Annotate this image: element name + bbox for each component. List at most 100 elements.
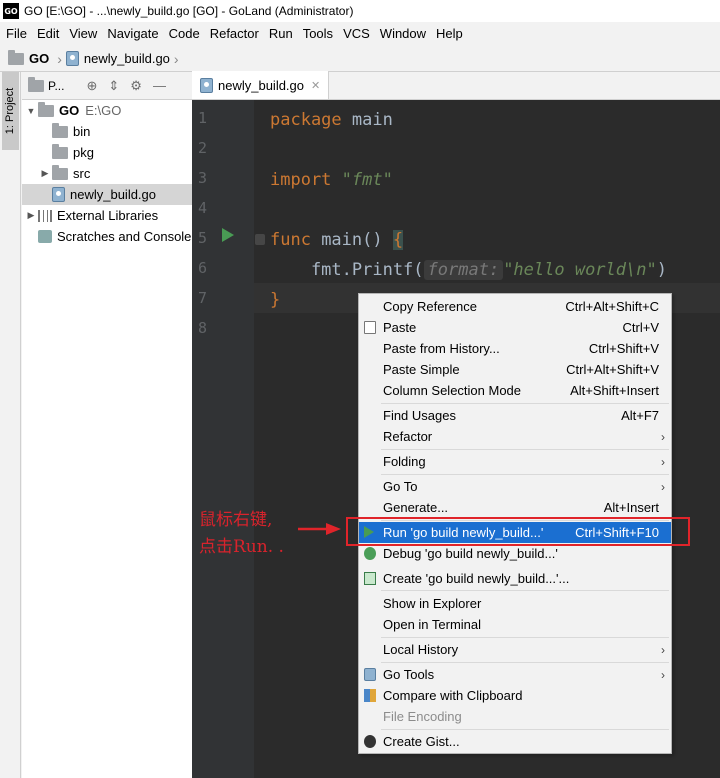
menu-file[interactable]: File [2, 26, 33, 41]
tree-item-scratches[interactable]: Scratches and Console [22, 226, 192, 247]
folder-icon [52, 164, 68, 180]
github-icon [364, 735, 376, 748]
menu-item-go-to[interactable]: Go To › [359, 476, 671, 497]
menu-item-shortcut: Alt+Shift+Insert [570, 383, 659, 398]
menu-run[interactable]: Run [265, 26, 299, 41]
line-number: 4 [198, 199, 208, 217]
menu-edit[interactable]: Edit [33, 26, 65, 41]
breadcrumb-file[interactable]: newly_build.go [84, 51, 170, 66]
collapsed-arrow-icon[interactable]: ▶ [38, 168, 52, 179]
menu-window[interactable]: Window [376, 26, 432, 41]
tree-item-bin[interactable]: bin [22, 121, 192, 142]
code-text: ) [656, 260, 667, 280]
tree-item-go-root[interactable]: ▼ GO E:\GO [22, 100, 192, 121]
menu-item-local-history[interactable]: Local History › [359, 639, 671, 660]
go-file-icon [65, 51, 79, 66]
tree-item-pkg[interactable]: pkg [22, 142, 192, 163]
editor-tab-newly-build[interactable]: newly_build.go ✕ [192, 71, 330, 99]
line-number: 1 [198, 109, 208, 127]
menu-separator [381, 590, 669, 591]
menu-navigate[interactable]: Navigate [103, 26, 164, 41]
debug-icon [364, 547, 376, 560]
collapse-all-icon[interactable]: ⇕ [108, 78, 119, 94]
locate-icon[interactable]: ⊕ [86, 78, 97, 94]
menu-item-shortcut: Alt+F7 [621, 408, 659, 423]
menu-item-paste-from-history[interactable]: Paste from History... Ctrl+Shift+V [359, 338, 671, 359]
menu-help[interactable]: Help [432, 26, 469, 41]
chevron-right-icon: › [173, 50, 179, 67]
menu-item-show-in-explorer[interactable]: Show in Explorer [359, 593, 671, 614]
menu-item-paste-simple[interactable]: Paste Simple Ctrl+Alt+Shift+V [359, 359, 671, 380]
library-icon [38, 209, 52, 222]
annotation-arrow-icon [298, 523, 341, 535]
menu-separator [381, 729, 669, 730]
submenu-arrow-icon: › [661, 642, 665, 657]
menu-item-create-config[interactable]: Create 'go build newly_build...'... [359, 568, 671, 589]
tree-item-external-libraries[interactable]: ▶ External Libraries [22, 205, 192, 226]
project-view-selector[interactable]: P... [48, 79, 64, 93]
hide-icon[interactable]: — [153, 78, 166, 93]
close-icon[interactable]: ✕ [311, 79, 320, 92]
project-tree: ▼ GO E:\GO bin pkg ▶ src newly_build.go … [22, 100, 192, 247]
menu-vcs[interactable]: VCS [339, 26, 376, 41]
matched-brace: { [392, 230, 404, 250]
keyword: func [270, 230, 311, 250]
menu-item-compare-with-clipboard[interactable]: Compare with Clipboard [359, 685, 671, 706]
menu-separator [381, 662, 669, 663]
editor-tab-label: newly_build.go [218, 77, 305, 93]
menu-item-label: Local History [383, 642, 459, 657]
menu-item-paste[interactable]: Paste Ctrl+V [359, 317, 671, 338]
menu-item-label: Find Usages [383, 408, 456, 423]
compare-icon [364, 689, 376, 702]
collapsed-arrow-icon[interactable]: ▶ [24, 210, 38, 221]
menu-code[interactable]: Code [165, 26, 206, 41]
menu-item-open-in-terminal[interactable]: Open in Terminal [359, 614, 671, 635]
menu-separator [381, 449, 669, 450]
parameter-hint: format: [423, 260, 504, 280]
line-number: 2 [198, 139, 208, 157]
tree-item-newly-build-go[interactable]: newly_build.go [22, 184, 192, 205]
run-gutter-icon[interactable] [222, 228, 234, 242]
code-line-6: fmt.Printf(format: "hello world\n") [270, 255, 667, 285]
line-number: 8 [198, 319, 208, 337]
folder-icon [38, 101, 54, 117]
breadcrumb-root[interactable]: GO [29, 51, 49, 66]
string-literal: "fmt" [341, 170, 393, 190]
fold-icon[interactable] [255, 234, 265, 245]
submenu-arrow-icon: › [661, 479, 665, 494]
code-text: main() [310, 230, 393, 250]
menu-item-refactor[interactable]: Refactor › [359, 426, 671, 447]
menu-item-shortcut: Ctrl+Shift+V [588, 341, 659, 356]
menu-item-create-gist[interactable]: Create Gist... [359, 731, 671, 752]
code-line-7: } [270, 285, 280, 315]
project-tool-tab-label: 1: Project [4, 87, 17, 135]
menu-item-label: Go Tools [383, 667, 435, 682]
menu-item-folding[interactable]: Folding › [359, 451, 671, 472]
tree-item-path: E:\GO [85, 103, 122, 118]
menu-item-column-selection-mode[interactable]: Column Selection Mode Alt+Shift+Insert [359, 380, 671, 401]
keyword: import [270, 170, 332, 190]
menu-tools[interactable]: Tools [299, 26, 339, 41]
menu-item-copy-reference[interactable]: Copy Reference Ctrl+Alt+Shift+C [359, 296, 671, 317]
menu-item-debug[interactable]: Debug 'go build newly_build...' [359, 543, 671, 564]
expanded-arrow-icon[interactable]: ▼ [24, 106, 38, 116]
chevron-right-icon: › [57, 50, 62, 67]
menu-item-label: Create Gist... [383, 734, 460, 749]
menu-item-label: File Encoding [383, 709, 462, 724]
scratches-icon [38, 230, 52, 243]
project-tool-tab[interactable]: 1: Project [2, 72, 19, 150]
menu-item-find-usages[interactable]: Find Usages Alt+F7 [359, 405, 671, 426]
tree-item-label: GO [59, 103, 80, 118]
submenu-arrow-icon: › [661, 429, 665, 444]
tree-item-label: External Libraries [57, 208, 159, 223]
gear-icon[interactable]: ⚙ [130, 78, 142, 94]
code-text: fmt.Printf( [270, 260, 424, 280]
menu-item-generate[interactable]: Generate... Alt+Insert [359, 497, 671, 518]
editor-tab-bar: newly_build.go ✕ [192, 71, 720, 100]
menu-separator [381, 474, 669, 475]
tree-item-src[interactable]: ▶ src [22, 163, 192, 184]
submenu-arrow-icon: › [661, 667, 665, 682]
menu-refactor[interactable]: Refactor [206, 26, 265, 41]
menu-view[interactable]: View [65, 26, 103, 41]
menu-item-go-tools[interactable]: Go Tools › [359, 664, 671, 685]
